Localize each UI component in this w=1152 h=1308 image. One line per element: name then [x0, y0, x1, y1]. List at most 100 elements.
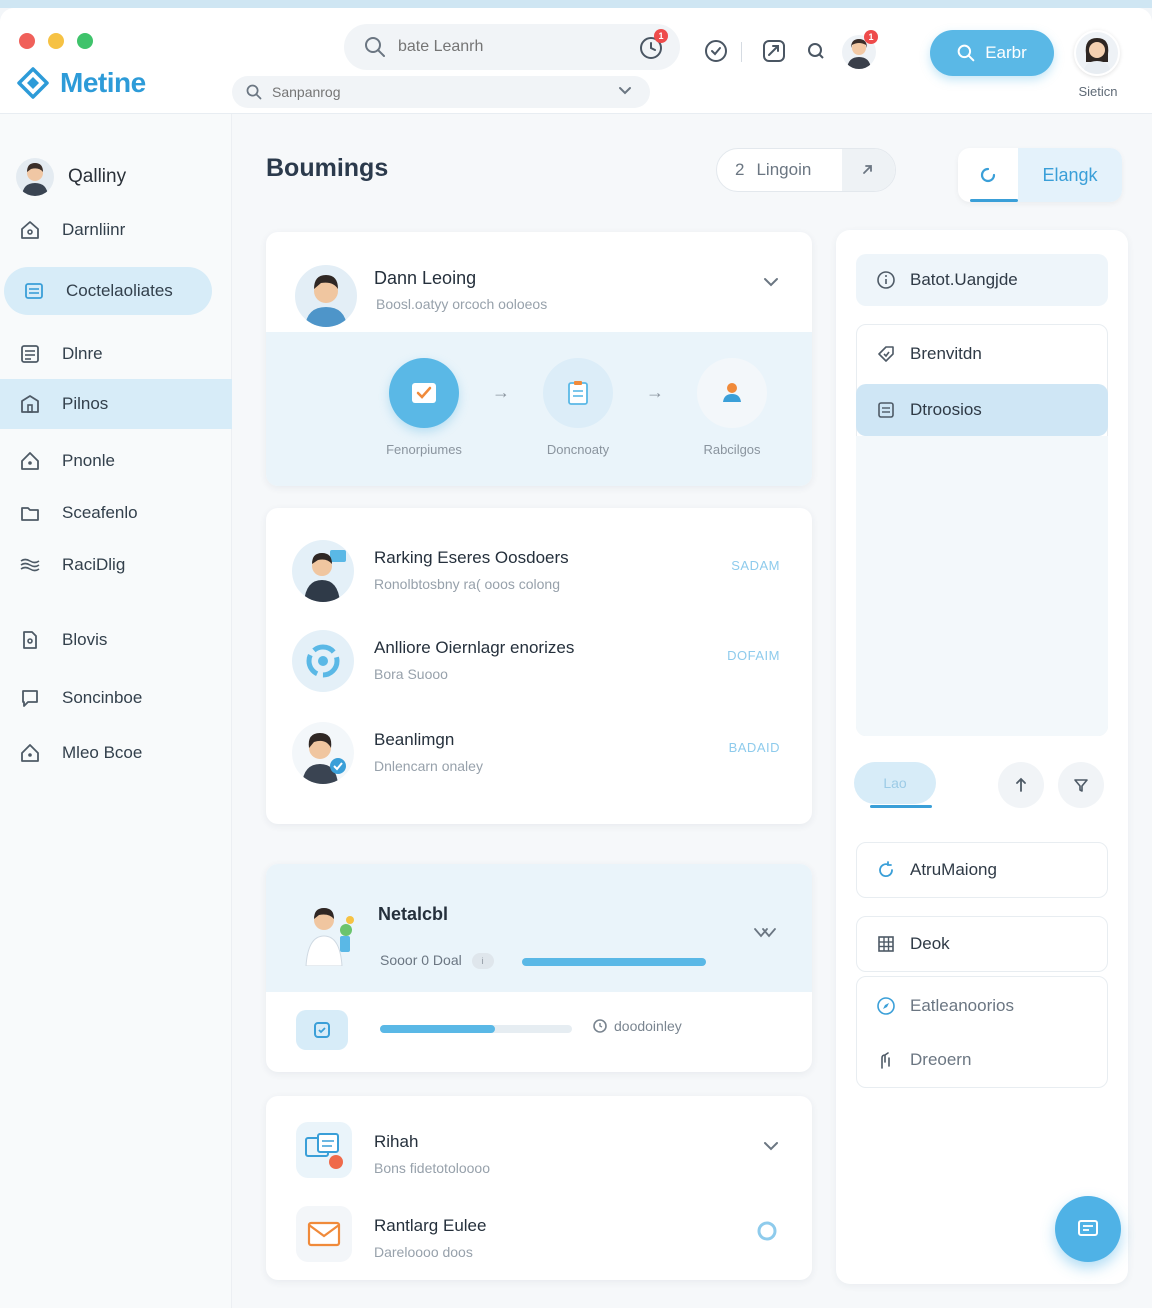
- filter-pill[interactable]: Lao: [854, 762, 936, 808]
- chevron-down-icon[interactable]: [762, 1140, 780, 1152]
- users-icon: [723, 383, 741, 402]
- share-button[interactable]: [760, 37, 788, 65]
- status-button[interactable]: [702, 37, 730, 65]
- pin-button[interactable]: [998, 762, 1044, 808]
- right-panel-lower-item[interactable]: Eatleanoorios: [856, 980, 1108, 1032]
- list-item[interactable]: Beanlimgn Dnlencarn onaley BADAID: [266, 710, 812, 796]
- profile-name: Qalliny: [68, 166, 127, 187]
- workflow-step-2[interactable]: Doncnoaty: [528, 358, 628, 457]
- hand-icon: [881, 1052, 890, 1069]
- sidebar-profile[interactable]: Qalliny: [16, 158, 126, 196]
- search-toggle-button[interactable]: [802, 37, 830, 65]
- step-label: Doncnoaty: [546, 442, 610, 457]
- main-search-input[interactable]: [398, 38, 618, 56]
- segment-login[interactable]: 2 Lingoin: [717, 149, 842, 191]
- right-panel-lower-item[interactable]: Dreoern: [856, 1034, 1108, 1086]
- chevron-down-icon[interactable]: [618, 86, 632, 96]
- minimize-window-button[interactable]: [48, 33, 64, 49]
- maximize-window-button[interactable]: [77, 33, 93, 49]
- list-item-avatar: [292, 540, 354, 602]
- right-panel-header-item[interactable]: Batot.Uangjde: [856, 254, 1108, 306]
- compass-icon: [877, 997, 895, 1015]
- radio-circle-icon[interactable]: [756, 1220, 778, 1242]
- list-item-tag: DOFAIM: [727, 648, 780, 663]
- person-plant-icon: [305, 908, 354, 966]
- segment-control[interactable]: 2 Lingoin: [716, 148, 896, 192]
- main-search-bar[interactable]: 1: [344, 24, 680, 70]
- sidebar-item-schedule[interactable]: Sceafenlo: [0, 491, 232, 535]
- progress-bar-bottom: [380, 1025, 572, 1033]
- workflow-step-3[interactable]: Rabcilgos: [682, 358, 782, 457]
- magnifier-icon: [808, 43, 824, 59]
- right-panel-lower-item[interactable]: AtruMaiong: [856, 842, 1108, 898]
- progress-status-chip: i: [471, 953, 494, 970]
- task-button[interactable]: [296, 1010, 348, 1050]
- filter-icon: [1074, 779, 1088, 792]
- check-circle-icon: [705, 40, 727, 62]
- report-icon: [305, 1133, 343, 1169]
- logo[interactable]: Metine: [16, 66, 146, 100]
- profile-card: Dann Leoing Boosl.oatyy orcoch ooloeos F…: [266, 232, 812, 486]
- sidebar-item-people[interactable]: Pnonle: [0, 439, 232, 483]
- list-item[interactable]: Rantlarg Eulee Dareloooo doos: [266, 1196, 812, 1280]
- expand-button[interactable]: [841, 149, 895, 191]
- step-circle: [697, 358, 767, 428]
- progress-meta: doodoinley: [592, 1018, 682, 1034]
- secondary-search-bar[interactable]: [232, 76, 650, 108]
- sidebar: Qalliny Darnliinr Coctelaoliates Dlnre P…: [0, 114, 232, 1308]
- filter-button[interactable]: [1058, 762, 1104, 808]
- building-icon: [21, 395, 39, 413]
- sidebar-item-home[interactable]: Darnliinr: [0, 208, 232, 252]
- double-chevron-icon[interactable]: [752, 926, 778, 940]
- right-panel: Batot.Uangjde Brenvitdn Dtroosios Lao At…: [836, 230, 1128, 1284]
- person-avatar-icon: [1083, 38, 1111, 74]
- progress-card: Netalcbl Sooor 0 Doal i doodoinley: [266, 864, 812, 1072]
- list-item-avatar: [296, 1206, 352, 1262]
- sidebar-item-label: Blovis: [62, 630, 108, 649]
- list-item[interactable]: Rarking Eseres Oosdoers Ronolbtosbny ra(…: [266, 528, 812, 614]
- tab-refresh[interactable]: [958, 148, 1018, 202]
- sidebar-item-plans[interactable]: Pilnos: [0, 379, 232, 429]
- person-avatar-icon: [22, 163, 48, 196]
- check-square-icon: [314, 1022, 330, 1038]
- list-item-subtitle: Dareloooo doos: [374, 1244, 473, 1260]
- home-icon: [21, 221, 39, 239]
- sidebar-item-label: Coctelaoliates: [66, 281, 173, 300]
- right-panel-item-selected[interactable]: Dtroosios: [856, 384, 1108, 436]
- sidebar-item-blocks[interactable]: Blovis: [0, 618, 232, 662]
- right-panel-item[interactable]: Brenvitdn: [856, 328, 1108, 380]
- activity-list-card: Rarking Eseres Oosdoers Ronolbtosbny ra(…: [266, 508, 812, 824]
- sidebar-item-radio[interactable]: RaciDlig: [0, 543, 232, 587]
- right-panel-item-label: Brenvitdn: [910, 344, 982, 363]
- list-item[interactable]: Anlliore Oiernlagr enorizes Bora Suooo D…: [266, 618, 812, 704]
- logo-diamond-icon: [17, 67, 49, 99]
- logo-text: Metine: [60, 67, 146, 98]
- sidebar-item-sessions[interactable]: Soncinboe: [0, 676, 232, 720]
- user-avatar[interactable]: [1074, 30, 1120, 76]
- list-item-title: Rihah: [374, 1132, 419, 1151]
- list-item[interactable]: Rihah Bons fidetotoloooo: [266, 1112, 812, 1198]
- sidebar-item-label: Pilnos: [62, 394, 109, 413]
- compose-fab[interactable]: [1055, 1196, 1121, 1262]
- workflow-step-1[interactable]: Fenorpiumes: [374, 358, 474, 457]
- sidebar-item-documents[interactable]: Dlnre: [0, 332, 232, 376]
- progress-card-status: Sooor 0 Doal i: [380, 952, 494, 970]
- right-panel-lower-item[interactable]: Deok: [856, 916, 1108, 972]
- check-card-icon: [412, 383, 436, 403]
- document-icon: [21, 345, 39, 363]
- sidebar-item-label: Soncinboe: [62, 688, 143, 707]
- tab-label[interactable]: Elangk: [1018, 148, 1122, 202]
- search-button[interactable]: Earbr: [930, 30, 1054, 76]
- list-item-tag: BADAID: [728, 740, 780, 755]
- history-button[interactable]: 1: [638, 29, 668, 61]
- view-tab-toggle[interactable]: Elangk: [958, 148, 1122, 202]
- profile-avatar: [16, 158, 54, 196]
- secondary-search-input[interactable]: [272, 84, 592, 100]
- sidebar-item-more[interactable]: Mleo Bcoe: [0, 731, 232, 775]
- messages-card: Rihah Bons fidetotoloooo Rantlarg Eulee …: [266, 1096, 812, 1280]
- close-window-button[interactable]: [19, 33, 35, 49]
- list-item-title: Beanlimgn: [374, 730, 455, 749]
- chevron-down-icon[interactable]: [762, 276, 780, 288]
- house-icon: [21, 744, 39, 762]
- sidebar-item-contacts[interactable]: Coctelaoliates: [4, 267, 212, 315]
